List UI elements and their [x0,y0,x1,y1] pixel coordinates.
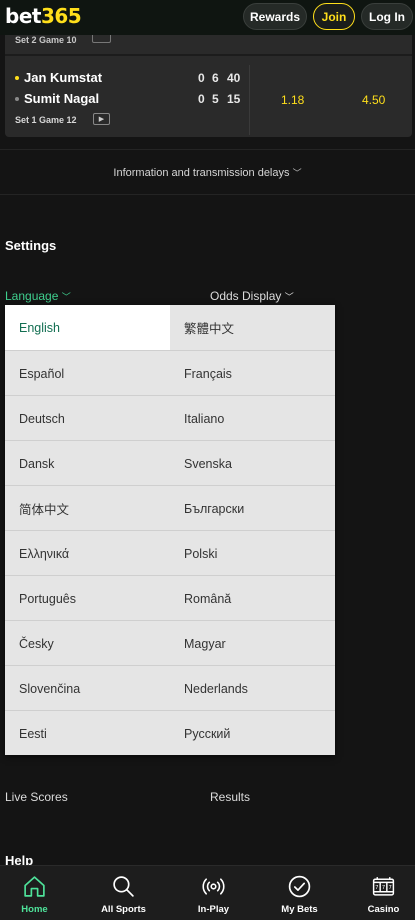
language-option-swedish[interactable]: Svenska [170,441,335,486]
current-set-info: Set 1 Game 12 [15,115,77,125]
player-2-name: Sumit Nagal [24,91,100,106]
search-icon [113,876,134,897]
nav-casino-label: Casino [367,904,400,915]
language-option-danish[interactable]: Dansk [5,441,170,486]
language-option-traditional-chinese[interactable]: 繁體中文 [170,305,335,350]
language-row: 简体中文 Български [5,485,335,530]
language-dropdown: English 繁體中文 Español Français Deutsch It… [5,305,335,755]
player-1-points: 40 [227,71,241,85]
odds-player-1[interactable]: 1.18 [281,93,304,107]
language-row: Deutsch Italiano [5,395,335,440]
nav-casino[interactable]: 7 7 7 Casino [342,866,415,920]
divider [0,149,415,150]
bet365-logo[interactable]: bet365 [5,4,82,28]
language-option-portuguese[interactable]: Português [5,576,170,621]
chevron-down-icon: ﹀ [284,292,294,302]
slot-machine-icon: 7 7 7 [372,877,395,896]
language-option-spanish[interactable]: Español [5,351,170,396]
player-1: Jan Kumstat [15,70,102,85]
bottom-navigation: Home All Sports In-Play My Bets 7 7 7 Ca… [0,865,415,920]
rewards-button[interactable]: Rewards [243,3,307,30]
odds-divider [249,65,250,135]
serve-indicator-icon [15,75,19,80]
player-2: Sumit Nagal [15,91,99,106]
language-row: Ελληνικά Polski [5,530,335,575]
match-card[interactable]: Set 2 Game 10 Jan Kumstat Sumit Nagal 0 … [5,35,412,137]
settings-title: Settings [5,238,57,253]
language-selector[interactable]: Language ﹀ [5,289,71,303]
language-option-hungarian[interactable]: Magyar [170,621,335,666]
live-scores-link[interactable]: Live Scores [5,790,68,804]
language-option-russian[interactable]: Русский [170,711,335,756]
live-signal-icon [202,878,225,895]
video-play-icon[interactable]: ▶ [93,113,110,125]
nav-my-bets-label: My Bets [281,904,318,915]
language-row: Español Français [5,350,335,395]
results-link[interactable]: Results [210,790,250,804]
join-button[interactable]: Join [313,3,355,30]
player-1-set1: 0 [198,71,205,85]
card-divider [5,54,412,56]
language-option-romanian[interactable]: Română [170,576,335,621]
info-delays-toggle[interactable]: Information and transmission delays ﹀ [0,166,415,179]
svg-text:7: 7 [382,885,385,891]
language-option-english[interactable]: English [5,305,170,350]
nav-in-play[interactable]: In-Play [172,866,255,920]
player-1-name: Jan Kumstat [24,70,103,85]
dot-icon [15,96,19,101]
info-delays-label: Information and transmission delays [113,167,290,179]
odds-display-selector[interactable]: Odds Display ﹀ [210,289,294,303]
language-option-bulgarian[interactable]: Български [170,486,335,531]
language-option-polish[interactable]: Polski [170,531,335,576]
player-2-set2: 5 [212,92,219,106]
language-row: Eesti Русский [5,710,335,755]
svg-text:7: 7 [375,885,378,891]
player-2-set1: 0 [198,92,205,106]
language-option-dutch[interactable]: Nederlands [170,666,335,711]
nav-all-sports[interactable]: All Sports [82,866,165,920]
odds-display-label: Odds Display [210,289,282,303]
player-2-points: 15 [227,92,241,106]
top-header: bet365 Rewards Join Log In [0,0,415,35]
logo-text-365: 365 [40,4,82,28]
language-option-slovak[interactable]: Slovenčina [5,666,170,711]
nav-my-bets[interactable]: My Bets [258,866,341,920]
previous-set-info: Set 2 Game 10 [15,35,77,45]
chevron-down-icon: ﹀ [61,292,71,302]
language-option-estonian[interactable]: Eesti [5,711,170,756]
home-icon [24,876,45,897]
language-label: Language [5,289,59,303]
checkmark-circle-icon [288,875,311,898]
language-option-italian[interactable]: Italiano [170,396,335,441]
login-button[interactable]: Log In [361,3,413,30]
player-1-set2: 6 [212,71,219,85]
odds-player-2[interactable]: 4.50 [362,93,385,107]
divider [0,194,415,195]
chevron-down-icon: ﹀ [292,168,302,178]
language-row: Slovenčina Nederlands [5,665,335,710]
language-row: Português Română [5,575,335,620]
nav-in-play-label: In-Play [197,904,230,915]
language-row: English 繁體中文 [5,305,335,350]
language-option-french[interactable]: Français [170,351,335,396]
nav-all-sports-label: All Sports [101,904,146,915]
language-option-greek[interactable]: Ελληνικά [5,531,170,576]
language-row: Česky Magyar [5,620,335,665]
logo-text-bet: bet [5,4,41,28]
language-option-german[interactable]: Deutsch [5,396,170,441]
play-icon[interactable] [92,35,111,43]
language-option-czech[interactable]: Česky [5,621,170,666]
language-option-simplified-chinese[interactable]: 简体中文 [5,486,170,531]
nav-home-label: Home [21,904,48,915]
nav-home[interactable]: Home [0,866,76,920]
svg-text:7: 7 [389,885,392,891]
language-row: Dansk Svenska [5,440,335,485]
